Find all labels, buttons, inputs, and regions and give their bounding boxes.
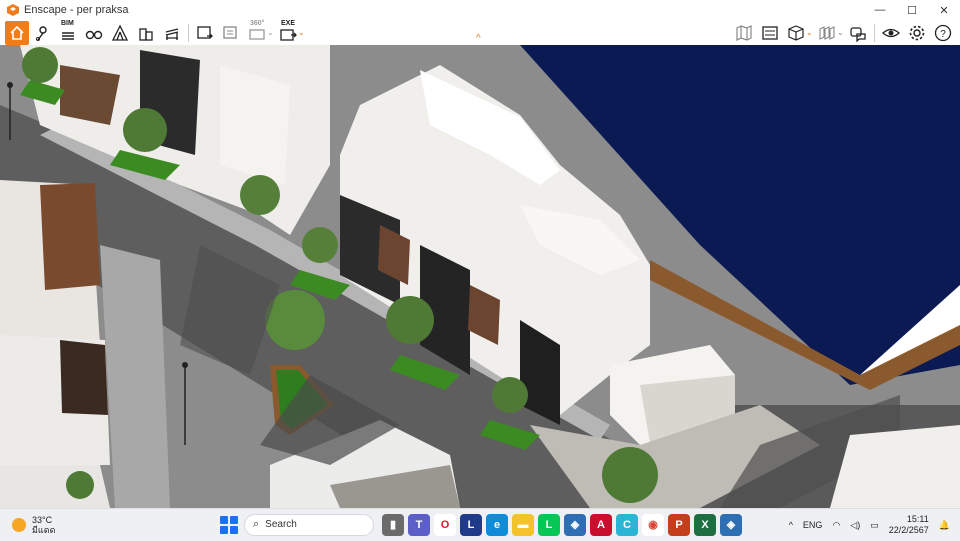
windows-taskbar: 33°C มีแดด ⌕ Search ▮ T O Le ▬ L ◈ A C ◉ P X ◈ ^ ENG… — [0, 508, 960, 540]
autocad-icon[interactable]: A — [590, 513, 612, 536]
enscape-logo-icon — [7, 4, 19, 16]
teams-icon[interactable]: T — [408, 513, 430, 536]
home-icon — [10, 25, 24, 40]
windows-logo-tile — [220, 515, 228, 524]
visibility-icon — [882, 28, 900, 37]
search-placeholder: Search — [265, 519, 297, 530]
close-button[interactable]: ✕ — [928, 0, 960, 20]
language-indicator[interactable]: ENG — [803, 520, 823, 530]
help-icon: ? — [934, 24, 952, 41]
taskbar-search[interactable]: ⌕ Search — [244, 513, 374, 536]
enscape-icon-2[interactable]: ◈ — [720, 513, 742, 536]
clock[interactable]: 15:11 22/2/2567 — [889, 514, 929, 536]
enscape-window: Enscape - per praksa — ☐ ✕ BIM 360° ⌄ EX… — [0, 0, 960, 508]
volume-icon[interactable]: ◁) — [850, 520, 860, 531]
weather-temperature: 33°C — [32, 514, 53, 525]
map-button[interactable] — [731, 21, 757, 45]
windows-logo-tile — [230, 515, 238, 524]
bench-button[interactable] — [159, 21, 185, 45]
toolbar-divider — [188, 23, 189, 42]
minimize-button[interactable]: — — [864, 0, 896, 20]
clock-time: 15:11 — [906, 514, 929, 524]
file-explorer-icon[interactable]: ▮ — [382, 513, 404, 536]
building-button[interactable] — [133, 21, 159, 45]
chrome-icon[interactable]: ◉ — [642, 513, 664, 536]
system-tray: ^ ENG ◠ ◁) ▭ 15:11 22/2/2567 🔔 — [789, 509, 960, 541]
weather-description: มีแดด — [32, 524, 56, 535]
settings-button[interactable] — [904, 21, 930, 45]
maximize-button[interactable]: ☐ — [896, 0, 928, 20]
powerpoint-icon[interactable]: P — [668, 513, 690, 536]
render-screenshot-icon — [197, 25, 213, 39]
wifi-icon[interactable]: ◠ — [832, 520, 840, 531]
collaborate-button[interactable] — [845, 21, 871, 45]
tent-icon — [111, 24, 129, 41]
enscape-icon-1[interactable]: ◈ — [564, 513, 586, 536]
windows-logo-tile — [230, 525, 238, 534]
render-scene — [0, 45, 960, 508]
map-pin-button[interactable] — [29, 21, 55, 45]
clock-date: 22/2/2567 — [888, 525, 929, 535]
bim-button[interactable]: BIM — [55, 19, 81, 45]
cube-view-button[interactable] — [783, 21, 809, 45]
building-icon — [139, 27, 153, 41]
edge-icon[interactable]: e — [486, 513, 508, 536]
notification-bell-icon[interactable]: 🔔 — [939, 520, 950, 531]
folder-icon[interactable]: ▬ — [512, 513, 534, 536]
canva-icon[interactable]: C — [616, 513, 638, 536]
toolbar-collapse-icon[interactable]: ^ — [476, 33, 481, 44]
views-button[interactable] — [814, 21, 840, 45]
batch-render-button[interactable] — [218, 21, 244, 45]
export-exe-label: EXE — [281, 19, 296, 27]
video-editor-icon — [762, 25, 778, 40]
tray-overflow-chevron-icon[interactable]: ^ — [789, 520, 793, 530]
title-bar: Enscape - per praksa — ☐ ✕ — [0, 0, 960, 20]
collaborate-icon — [850, 26, 866, 42]
video-editor-button[interactable] — [757, 21, 783, 45]
battery-icon[interactable]: ▭ — [870, 520, 879, 531]
map-icon — [736, 24, 752, 41]
toolbar-divider-right — [874, 23, 875, 42]
render-viewport[interactable] — [0, 45, 960, 508]
binoculars-icon — [85, 30, 103, 39]
svg-text:?: ? — [940, 29, 946, 40]
binoculars-button[interactable] — [81, 21, 107, 45]
panorama-label: 360° — [250, 19, 265, 27]
settings-gear-icon — [909, 25, 925, 40]
app-l-icon[interactable]: L — [460, 513, 482, 536]
render-screenshot-button[interactable] — [192, 21, 218, 45]
cube-view-icon — [788, 24, 804, 41]
batch-render-icon — [223, 25, 237, 39]
views-icon — [819, 25, 835, 40]
visibility-button[interactable] — [878, 21, 904, 45]
export-exe-button[interactable]: EXE — [275, 19, 301, 45]
windows-logo-tile — [220, 525, 228, 534]
start-button[interactable] — [220, 515, 238, 534]
window-title: Enscape - per praksa — [24, 4, 129, 16]
taskbar-apps: ▮ T O Le ▬ L ◈ A C ◉ P X ◈ — [378, 513, 742, 536]
home-button[interactable] — [5, 20, 29, 45]
panorama-button[interactable]: 360° — [244, 19, 270, 45]
opera-icon[interactable]: O — [434, 513, 456, 536]
weather-widget[interactable]: 33°C มีแดด — [12, 515, 132, 535]
sun-icon — [12, 517, 26, 532]
bench-icon — [165, 27, 179, 40]
search-icon: ⌕ — [253, 518, 260, 530]
help-button[interactable]: ? — [930, 21, 956, 45]
line-icon[interactable]: L — [538, 513, 560, 536]
map-pin-icon — [36, 25, 47, 41]
excel-icon[interactable]: X — [694, 513, 716, 536]
bim-label: BIM — [61, 19, 74, 27]
tent-button[interactable] — [107, 21, 133, 45]
